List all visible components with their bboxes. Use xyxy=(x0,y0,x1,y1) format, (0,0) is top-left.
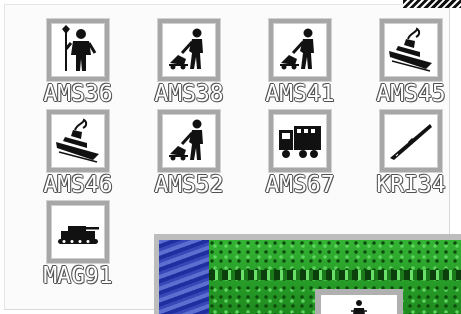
engineer-icon xyxy=(280,28,314,70)
unit-icon-frame[interactable] xyxy=(47,201,109,263)
unit-card[interactable]: AMS41 xyxy=(248,19,352,111)
unit-code-label: AMS52 xyxy=(154,172,224,198)
map-preview[interactable] xyxy=(154,234,461,314)
unit-code-label: AMS46 xyxy=(43,172,113,198)
unit-code-label: MAG91 xyxy=(43,263,113,289)
unit-card[interactable]: AMS38 xyxy=(137,19,241,111)
unit-code-label: AMS67 xyxy=(265,172,335,198)
map-unit-tile[interactable] xyxy=(315,289,403,314)
unit-icon-frame[interactable] xyxy=(47,19,109,81)
unit-code-label: AMS38 xyxy=(154,81,224,107)
grass-tile-edge xyxy=(209,270,461,280)
unit-icon-frame[interactable] xyxy=(269,19,331,81)
unit-icon-frame[interactable] xyxy=(158,110,220,172)
corner-decoration xyxy=(403,0,461,8)
engineer-icon xyxy=(169,28,203,70)
unit-code-label: AMS45 xyxy=(376,81,446,107)
unit-card[interactable]: AMS36 xyxy=(26,19,130,111)
soldier-icon xyxy=(351,300,367,314)
unit-card[interactable]: AMS46 xyxy=(26,110,130,202)
unit-code-label: AMS41 xyxy=(265,81,335,107)
water-tile xyxy=(159,240,209,314)
truck-icon xyxy=(279,126,321,158)
cruiser-icon xyxy=(390,124,432,160)
warrior-icon xyxy=(62,25,97,71)
unit-card[interactable]: AMS67 xyxy=(248,110,352,202)
engineer-icon xyxy=(169,119,203,161)
unit-code-label: KRI34 xyxy=(376,172,446,198)
unit-card[interactable]: AMS45 xyxy=(359,19,461,111)
unit-card[interactable]: KRI34 xyxy=(359,110,461,202)
unit-icon-frame[interactable] xyxy=(158,19,220,81)
map-view[interactable] xyxy=(159,240,461,314)
unit-icon-frame[interactable] xyxy=(380,19,442,81)
unit-icon-frame[interactable] xyxy=(47,110,109,172)
unit-icon-frame[interactable] xyxy=(269,110,331,172)
unit-card[interactable]: MAG91 xyxy=(26,201,130,293)
battleship-icon xyxy=(389,27,432,72)
tank-icon xyxy=(58,226,99,244)
unit-card[interactable]: AMS52 xyxy=(137,110,241,202)
battleship-icon xyxy=(56,118,99,163)
unit-icon-frame[interactable] xyxy=(380,110,442,172)
unit-code-label: AMS36 xyxy=(43,81,113,107)
